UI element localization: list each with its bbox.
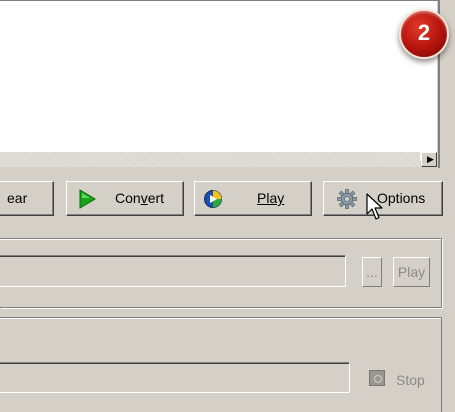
convert-button-label: Convert bbox=[115, 190, 165, 206]
convert-button[interactable]: Convert bbox=[66, 181, 184, 216]
browse-button[interactable]: ... bbox=[362, 257, 382, 287]
mouse-pointer-icon bbox=[366, 193, 383, 220]
gear-icon bbox=[337, 189, 357, 209]
progress-field bbox=[0, 362, 350, 393]
clear-button[interactable]: ear bbox=[0, 181, 54, 216]
clear-button-label: ear bbox=[7, 190, 28, 206]
stop-label[interactable]: Stop bbox=[396, 372, 425, 388]
step-number-badge: 2 bbox=[399, 9, 449, 59]
stop-icon[interactable] bbox=[369, 370, 385, 386]
horizontal-scrollbar[interactable] bbox=[0, 152, 420, 167]
play-button-label: Play bbox=[257, 190, 285, 206]
file-list-pane[interactable] bbox=[0, 0, 439, 161]
right-arrow-icon: ▶ bbox=[427, 154, 434, 164]
convert-mnemonic-letter: v bbox=[140, 190, 148, 206]
play-button[interactable]: Play bbox=[194, 181, 312, 216]
scroll-right-button[interactable]: ▶ bbox=[421, 152, 437, 167]
media-player-icon bbox=[204, 190, 222, 208]
output-path-field[interactable] bbox=[0, 255, 346, 287]
output-play-button[interactable]: Play bbox=[393, 257, 430, 287]
green-play-triangle-icon bbox=[79, 189, 96, 209]
